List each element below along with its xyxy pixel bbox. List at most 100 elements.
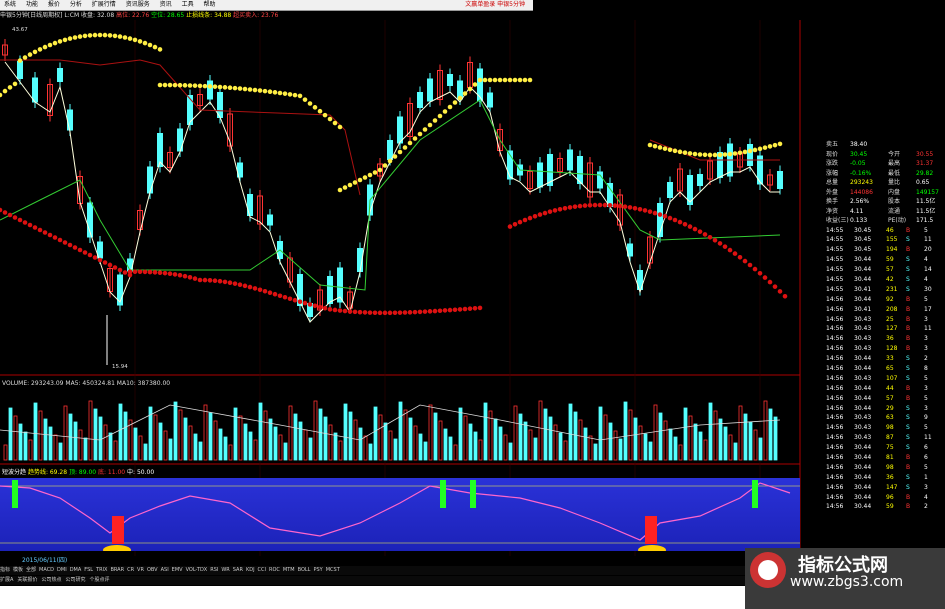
yellow-dot xyxy=(367,172,373,178)
tab-15[interactable]: RSI xyxy=(210,567,218,573)
red-dot xyxy=(667,215,673,221)
tab-12[interactable]: ASI xyxy=(161,567,169,573)
tab-24[interactable]: MCST xyxy=(326,567,340,573)
tab-14[interactable]: VOL-TDX xyxy=(186,567,208,573)
ext-tab-4[interactable]: 个股点评 xyxy=(89,577,109,583)
tab-7[interactable]: TRIX xyxy=(96,567,107,573)
volume-bar xyxy=(278,434,283,461)
menu-item-help[interactable]: 帮助 xyxy=(204,1,216,8)
volume-bar xyxy=(333,432,338,461)
tab-13[interactable]: EMV xyxy=(172,567,183,573)
yellow-dot xyxy=(2,88,8,94)
menu-item-system[interactable]: 系统 xyxy=(4,1,16,8)
tick-cell: 14:56 xyxy=(826,345,844,353)
yellow-dot xyxy=(732,151,738,156)
volume-bar xyxy=(738,405,743,461)
red-dot xyxy=(742,258,748,264)
quote-label: 涨幅 xyxy=(826,169,839,177)
tab-23[interactable]: PSY xyxy=(313,567,322,573)
yellow-dot xyxy=(87,33,93,38)
yellow-dot xyxy=(307,101,313,106)
tick-cell: 3 xyxy=(924,335,928,343)
red-dot xyxy=(272,291,278,297)
tick-cell: B xyxy=(906,226,911,234)
red-dot xyxy=(547,209,553,214)
yellow-dot xyxy=(752,147,758,153)
red-dot xyxy=(657,212,663,217)
menu-item-info[interactable]: 资讯 xyxy=(160,1,172,8)
tick-cell: S xyxy=(906,374,910,382)
tab-3[interactable]: MACD xyxy=(39,567,54,573)
menu-item-analysis[interactable]: 分析 xyxy=(70,1,82,8)
yellow-dot xyxy=(482,77,488,83)
tab-9[interactable]: CR xyxy=(127,567,134,573)
tick-cell: 9 xyxy=(924,414,928,422)
red-dot xyxy=(232,281,238,286)
tick-cell: 14:56 xyxy=(826,463,844,471)
tab-4[interactable]: DMI xyxy=(57,567,67,573)
red-dot xyxy=(542,210,548,216)
candle-body xyxy=(577,156,583,184)
menu-item-info-service[interactable]: 资讯服务 xyxy=(126,1,150,8)
yellow-dot xyxy=(52,40,58,46)
tick-cell: 14:56 xyxy=(826,374,844,382)
ext-tab-3[interactable]: 公司研究 xyxy=(65,577,85,583)
menu-item-tools[interactable]: 工具 xyxy=(182,1,194,8)
tick-cell: 30.43 xyxy=(854,315,872,323)
yellow-dot xyxy=(327,116,333,122)
tab-6[interactable]: FSL xyxy=(84,567,93,573)
tick-cell: 30.44 xyxy=(854,483,872,491)
volume-bar xyxy=(668,428,673,461)
quote-value: 149157 xyxy=(916,188,939,196)
tab-17[interactable]: SAR xyxy=(233,567,243,573)
red-dot xyxy=(692,226,698,232)
red-dot xyxy=(677,219,683,225)
red-dot xyxy=(522,217,528,223)
candle-body xyxy=(427,78,433,102)
yellow-dot xyxy=(707,152,713,158)
tab-1[interactable]: 模板 xyxy=(13,567,23,573)
volume-bar xyxy=(363,435,368,461)
tick-cell: 14:56 xyxy=(826,424,844,432)
indicator-panel[interactable] xyxy=(0,478,800,555)
ext-tab-0[interactable]: 扩展A xyxy=(0,577,13,583)
quote-value: 293243 xyxy=(850,179,873,186)
menu-item-extended[interactable]: 扩展行情 xyxy=(92,1,116,8)
tab-11[interactable]: OBV xyxy=(147,567,158,573)
volume-bar xyxy=(413,425,418,461)
ext-tab-2[interactable]: 公司热点 xyxy=(41,577,61,583)
menu-item-function[interactable]: 功能 xyxy=(26,1,38,8)
yellow-dot xyxy=(42,44,48,50)
quote-row: 净资 4.11 流通 11.5亿 xyxy=(826,207,945,217)
menu-item-quote[interactable]: 报价 xyxy=(48,1,60,8)
tick-cell: 14:56 xyxy=(826,315,844,323)
tab-0[interactable]: 指标 xyxy=(0,567,10,573)
tick-row: 14:56 30.44 147 S 3 xyxy=(826,483,945,493)
tab-22[interactable]: BOLL xyxy=(298,567,311,573)
ext-tab-1[interactable]: 关联报价 xyxy=(17,577,37,583)
yellow-dot xyxy=(247,87,253,92)
candle-body xyxy=(67,109,73,131)
tab-2[interactable]: 全部 xyxy=(26,567,36,573)
tab-10[interactable]: VR xyxy=(137,567,144,573)
volume-bar xyxy=(263,410,268,461)
tick-cell: B xyxy=(906,394,911,402)
tab-21[interactable]: MTM xyxy=(283,567,295,573)
yellow-dot xyxy=(447,104,453,110)
red-dot xyxy=(17,217,23,223)
ma-green-line xyxy=(0,99,781,291)
tick-cell: 4 xyxy=(924,256,928,264)
tab-19[interactable]: CCI xyxy=(258,567,266,573)
tick-cell: 14:56 xyxy=(826,364,844,372)
tab-18[interactable]: KDJ xyxy=(246,567,255,573)
yellow-dot xyxy=(382,163,388,168)
tick-cell: S xyxy=(906,236,910,244)
tab-20[interactable]: ROC xyxy=(269,567,280,573)
tab-16[interactable]: WR xyxy=(221,567,229,573)
tab-5[interactable]: DMA xyxy=(70,567,82,573)
tab-8[interactable]: BRAR xyxy=(110,567,124,573)
tick-cell: 3 xyxy=(924,483,928,491)
volume-bar xyxy=(683,407,688,461)
yellow-dot xyxy=(132,37,138,43)
yellow-dot xyxy=(277,90,283,96)
